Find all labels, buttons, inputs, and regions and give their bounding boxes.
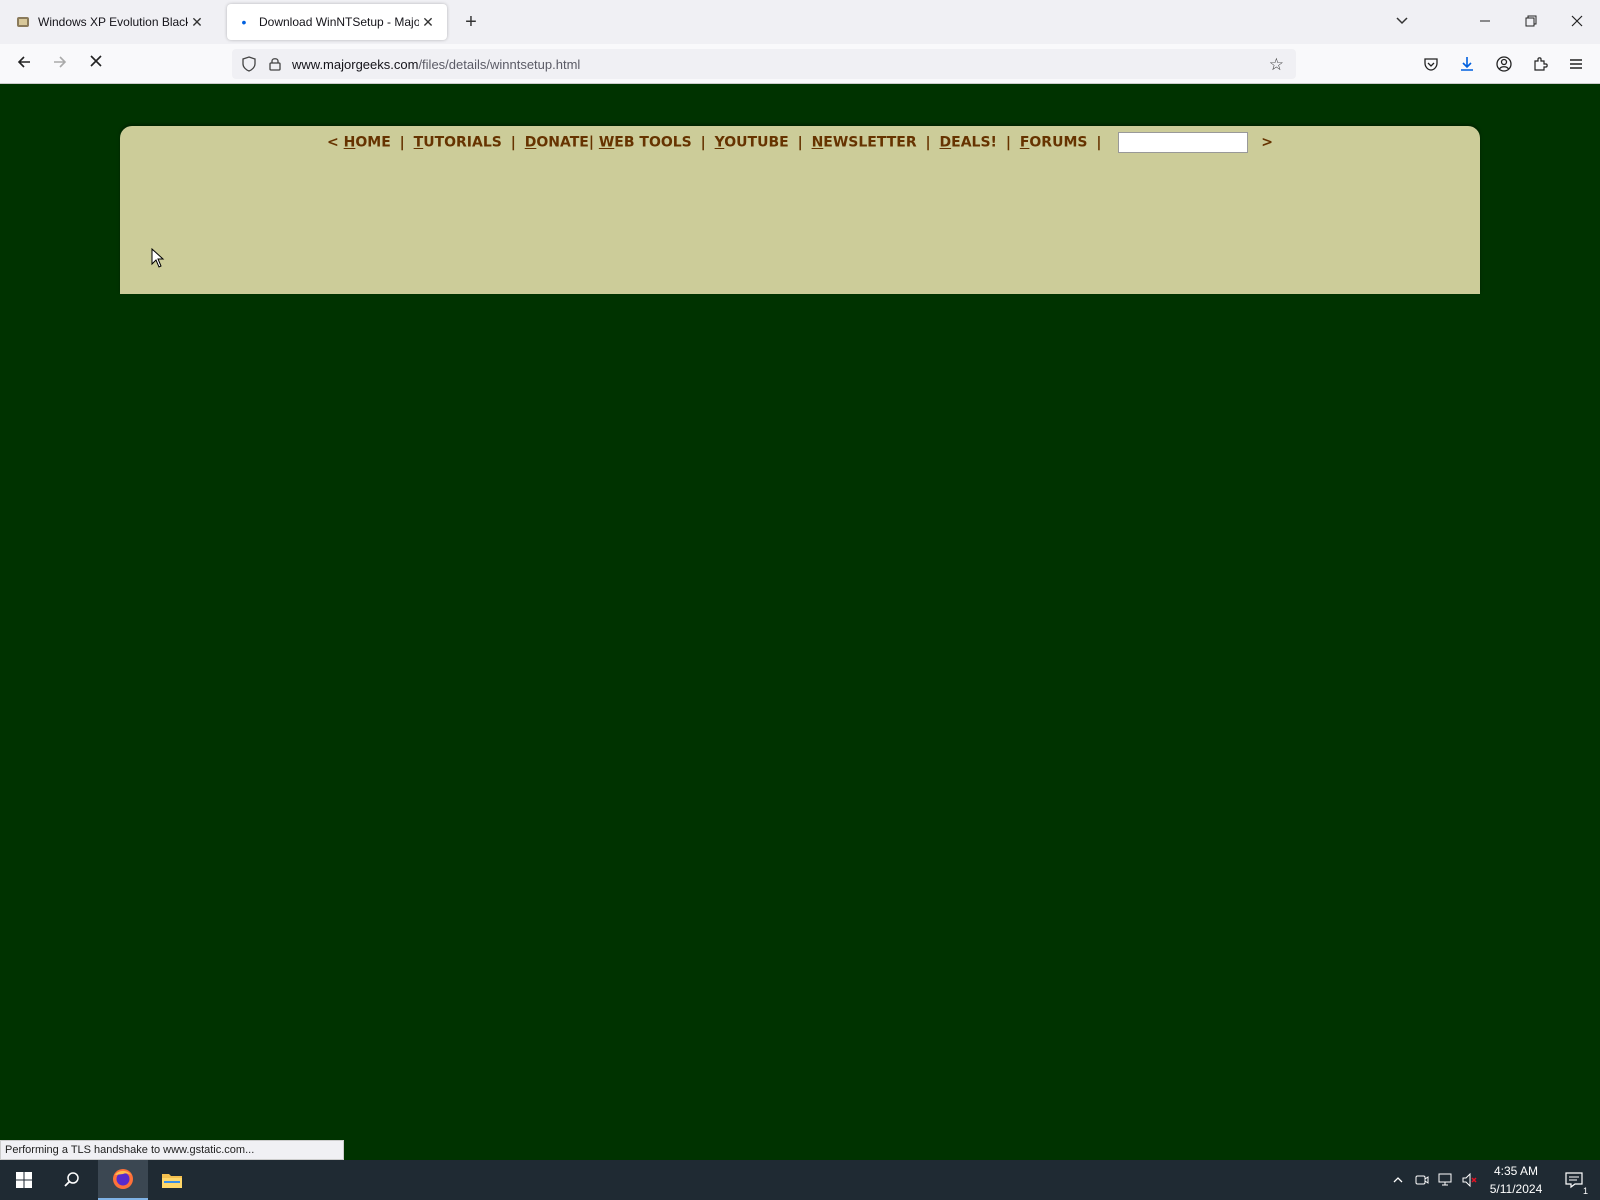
- tab-title: Windows XP Evolution Black SP: [38, 15, 188, 29]
- restore-icon[interactable]: [1508, 0, 1554, 44]
- windows-taskbar: 4:35 AM 5/11/2024 1: [0, 1160, 1600, 1200]
- back-arrow-icon[interactable]: [10, 50, 38, 78]
- tab-winntsetup[interactable]: • Download WinNTSetup - Major ✕: [227, 4, 447, 40]
- status-bar: Performing a TLS handshake to www.gstati…: [0, 1140, 344, 1160]
- notification-count-badge: 1: [1582, 1186, 1588, 1196]
- firefox-taskbar-icon[interactable]: [98, 1160, 148, 1200]
- downloads-icon[interactable]: [1453, 50, 1481, 78]
- nav-donate-link[interactable]: DONATE: [525, 135, 589, 151]
- tracking-protection-shield-icon[interactable]: [240, 55, 258, 73]
- page-content: < HOME | TUTORIALS | DONATE| WEB TOOLS |…: [0, 84, 1600, 1159]
- action-center-icon[interactable]: 1: [1554, 1160, 1594, 1200]
- nav-home-link[interactable]: HOME: [344, 135, 391, 151]
- site-favicon-icon: [16, 15, 30, 29]
- forward-arrow-icon[interactable]: [46, 50, 74, 78]
- nav-newsletter-link[interactable]: NEWSLETTER: [812, 135, 917, 151]
- account-icon[interactable]: [1490, 50, 1518, 78]
- nav-close-bracket: >: [1261, 134, 1273, 151]
- windows-start-icon[interactable]: [0, 1160, 48, 1200]
- pocket-icon[interactable]: [1417, 50, 1445, 78]
- loading-dot-icon: •: [241, 14, 247, 30]
- nav-forums-link[interactable]: FORUMS: [1020, 135, 1088, 151]
- hamburger-menu-icon[interactable]: [1562, 50, 1590, 78]
- close-tab-icon[interactable]: ✕: [419, 14, 437, 31]
- show-hidden-icons-chevron-icon[interactable]: [1388, 1170, 1408, 1190]
- nav-open-bracket: <: [327, 134, 339, 151]
- minimize-icon[interactable]: [1462, 0, 1508, 44]
- nav-youtube-link[interactable]: YOUTUBE: [715, 135, 789, 151]
- close-tab-icon[interactable]: ✕: [188, 14, 206, 31]
- close-window-icon[interactable]: [1554, 0, 1600, 44]
- url-text[interactable]: www.majorgeeks.com/files/details/winntse…: [292, 57, 580, 72]
- clock-time: 4:35 AM: [1493, 1164, 1539, 1178]
- clock-date: 5/11/2024: [1489, 1182, 1543, 1196]
- mouse-pointer-icon: [151, 248, 165, 268]
- site-header-panel: < HOME | TUTORIALS | DONATE| WEB TOOLS |…: [120, 126, 1480, 294]
- tab-title: Download WinNTSetup - Major: [259, 15, 419, 29]
- meet-now-icon[interactable]: [1412, 1170, 1432, 1190]
- tab-bar: Windows XP Evolution Black SP ✕ • Downlo…: [0, 0, 1600, 44]
- bookmark-star-icon[interactable]: ☆: [1269, 55, 1284, 75]
- url-path: /files/details/winntsetup.html: [418, 56, 581, 72]
- site-top-nav: < HOME | TUTORIALS | DONATE| WEB TOOLS |…: [120, 132, 1480, 153]
- nav-web-tools-link[interactable]: WEB TOOLS: [599, 135, 692, 151]
- nav-deals-link[interactable]: DEALS!: [940, 135, 997, 151]
- volume-muted-icon[interactable]: [1460, 1170, 1480, 1190]
- navigation-toolbar: www.majorgeeks.com/files/details/winntse…: [0, 44, 1600, 84]
- url-domain: www.majorgeeks.com: [292, 56, 419, 72]
- network-icon[interactable]: [1436, 1170, 1456, 1190]
- extensions-icon[interactable]: [1526, 50, 1554, 78]
- taskbar-search-icon[interactable]: [48, 1160, 96, 1200]
- address-bar[interactable]: www.majorgeeks.com/files/details/winntse…: [232, 49, 1296, 79]
- file-explorer-icon[interactable]: [148, 1160, 196, 1200]
- list-all-tabs-icon[interactable]: [1378, 0, 1426, 44]
- nav-tutorials-link[interactable]: TUTORIALS: [414, 135, 502, 151]
- tab-windows-xp[interactable]: Windows XP Evolution Black SP ✕: [6, 4, 216, 40]
- site-search-input[interactable]: [1118, 132, 1249, 153]
- system-clock[interactable]: 4:35 AM 5/11/2024: [1484, 1162, 1548, 1198]
- lock-icon[interactable]: [268, 56, 282, 72]
- new-tab-button[interactable]: +: [459, 8, 483, 36]
- stop-loading-icon[interactable]: [82, 50, 110, 78]
